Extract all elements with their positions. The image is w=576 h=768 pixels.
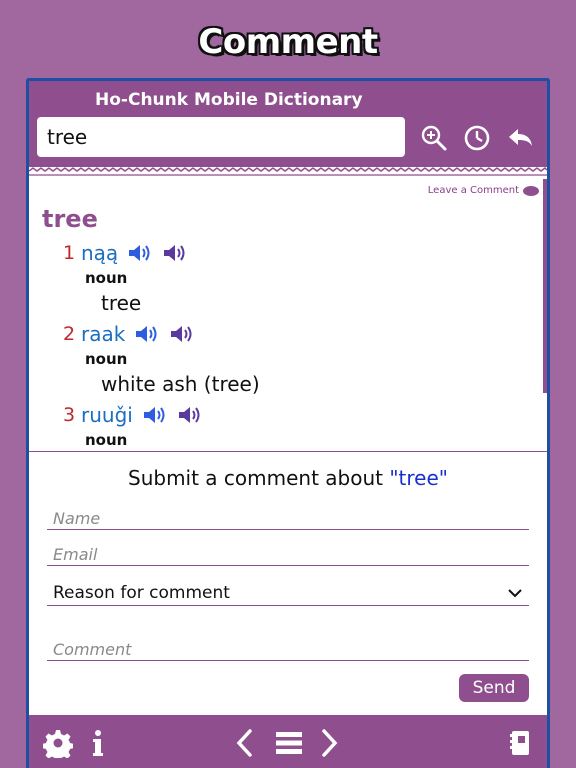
comment-form: Submit a comment about "tree" Reason for… (29, 451, 547, 715)
header-divider (29, 167, 547, 179)
comment-form-title: Submit a comment about "tree" (29, 466, 547, 490)
part-of-speech: noun (85, 350, 128, 368)
sense-row: 1 nąą (63, 239, 192, 267)
speaker-slow-icon[interactable] (162, 242, 188, 264)
back-arrow-icon[interactable] (505, 123, 535, 153)
leave-comment-link[interactable]: Leave a Comment (428, 185, 539, 196)
reason-select[interactable]: Reason for comment (47, 580, 529, 606)
speaker-icon[interactable] (142, 404, 168, 426)
comment-field[interactable] (47, 639, 529, 661)
scrollbar[interactable] (543, 179, 547, 393)
gear-icon[interactable] (43, 727, 73, 759)
comment-bubble-icon (523, 185, 539, 196)
sense-word: nąą (81, 241, 119, 265)
app-window: Ho-Chunk Mobile Dictionary Leave a Comme… (26, 78, 550, 768)
name-field[interactable] (47, 508, 529, 530)
entry-content[interactable]: Leave a Comment tree 1 nąą noun tree 2 r… (29, 179, 547, 451)
info-icon[interactable] (91, 727, 105, 759)
comment-title-word: "tree" (389, 466, 448, 490)
app-header: Ho-Chunk Mobile Dictionary (29, 81, 547, 173)
sense-number: 2 (63, 323, 76, 345)
search-input[interactable] (37, 117, 405, 157)
sense-word: raak (81, 322, 126, 346)
speaker-slow-icon[interactable] (177, 404, 203, 426)
gloss: white ash (tree) (101, 372, 260, 396)
send-button[interactable]: Send (459, 674, 529, 702)
chevron-right-icon[interactable] (321, 727, 339, 759)
speaker-slow-icon[interactable] (169, 323, 195, 345)
sense-number: 3 (63, 404, 76, 426)
sense-row: 3 ruuǧi (63, 401, 207, 429)
comment-title-prefix: Submit a comment about (128, 466, 390, 490)
chevron-down-icon (508, 588, 522, 597)
app-title: Ho-Chunk Mobile Dictionary (95, 90, 363, 110)
headword: tree (42, 205, 98, 233)
speaker-icon[interactable] (134, 323, 160, 345)
part-of-speech: noun (85, 431, 128, 449)
zoom-in-icon[interactable] (419, 123, 449, 153)
email-field[interactable] (47, 544, 529, 566)
gloss: tree (101, 291, 142, 315)
menu-icon[interactable] (275, 727, 303, 759)
book-icon[interactable] (509, 727, 531, 759)
history-icon[interactable] (462, 123, 492, 153)
sense-row: 2 raak (63, 320, 199, 348)
bottom-toolbar (29, 715, 547, 768)
reason-select-value: Reason for comment (53, 582, 230, 603)
leave-comment-label: Leave a Comment (427, 185, 519, 196)
sense-word: ruuǧi (81, 403, 133, 427)
speaker-icon[interactable] (127, 242, 153, 264)
part-of-speech: noun (85, 269, 128, 287)
sense-number: 1 (63, 242, 76, 264)
page-banner-title: Comment (198, 22, 378, 62)
chevron-left-icon[interactable] (235, 727, 253, 759)
